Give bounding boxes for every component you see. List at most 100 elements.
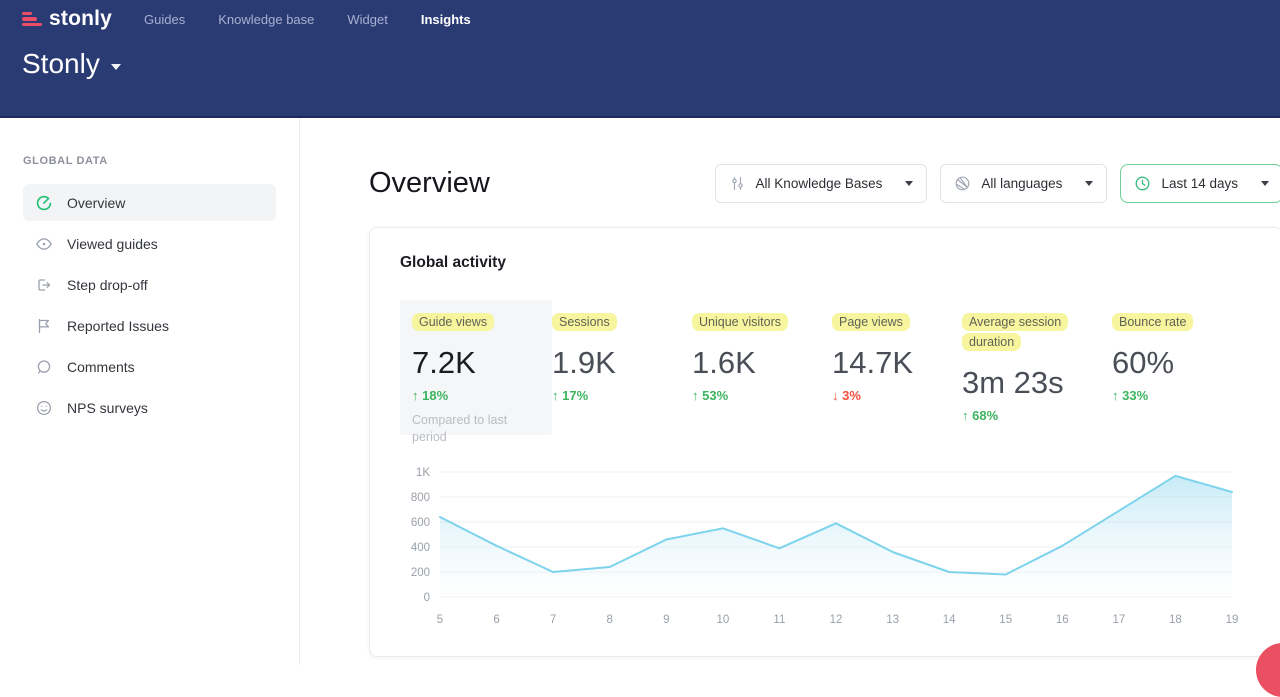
nav-item-insights[interactable]: Insights <box>421 12 471 27</box>
comment-icon <box>35 358 53 376</box>
filter-all-knowledge-bases[interactable]: All Knowledge Bases <box>715 164 928 203</box>
svg-text:18: 18 <box>1169 614 1182 626</box>
metric-sessions[interactable]: Sessions 1.9K ↑ 17% <box>552 300 692 403</box>
card-title: Global activity <box>400 254 1252 272</box>
metric-label-highlight: Unique visitors <box>692 312 810 332</box>
metric-delta-value: 53% <box>702 388 728 403</box>
nav-item-knowledge-base[interactable]: Knowledge base <box>218 12 314 27</box>
filters-bar: All Knowledge Bases All languages Last 14 … <box>715 164 1280 203</box>
svg-text:11: 11 <box>773 614 785 626</box>
metric-label-highlight: Average session duration <box>962 312 1080 352</box>
sidebar-item-comments[interactable]: Comments <box>23 348 276 385</box>
caret-down-icon <box>1085 181 1093 186</box>
main-layout: GLOBAL DATA Overview Viewed guides Step dr… <box>0 118 1280 665</box>
filter-label: All languages <box>981 176 1062 191</box>
svg-text:9: 9 <box>663 614 669 626</box>
metric-delta: ↑ 18% <box>412 388 540 403</box>
metric-label: Page views <box>832 313 910 331</box>
workspace-selector[interactable]: Stonly <box>0 48 1280 80</box>
stonly-logo[interactable]: stonly <box>22 7 112 31</box>
svg-text:5: 5 <box>437 614 443 626</box>
arrow-up-icon: ↑ <box>1112 388 1122 403</box>
flag-icon <box>35 317 53 335</box>
svg-text:600: 600 <box>411 517 430 529</box>
svg-text:1K: 1K <box>416 467 430 479</box>
svg-text:16: 16 <box>1056 614 1069 626</box>
clock-icon <box>1134 175 1151 192</box>
metric-value: 60% <box>1112 345 1252 381</box>
sidebar-item-viewed-guides[interactable]: Viewed guides <box>23 225 276 262</box>
metric-label: Guide views <box>412 313 494 331</box>
arrow-up-icon: ↑ <box>412 388 422 403</box>
sidebar-item-nps-surveys[interactable]: NPS surveys <box>23 389 276 426</box>
sidebar-item-label: NPS surveys <box>67 400 148 416</box>
sidebar-list: Overview Viewed guides Step drop-off Report… <box>23 184 276 426</box>
sidebar-item-label: Viewed guides <box>67 236 158 252</box>
global-activity-chart: 02004006008001K 567891011121314151617181… <box>400 460 1252 632</box>
metric-value: 1.6K <box>692 345 832 381</box>
sidebar-item-label: Reported Issues <box>67 318 169 334</box>
sidebar-item-label: Step drop-off <box>67 277 148 293</box>
metric-label-highlight: Bounce rate <box>1112 312 1230 332</box>
chevron-down-icon <box>111 57 121 75</box>
sidebar-section-label: GLOBAL DATA <box>23 155 276 167</box>
filter-last-14-days[interactable]: Last 14 days <box>1120 164 1280 203</box>
svg-text:19: 19 <box>1226 614 1239 626</box>
metric-unique-visitors[interactable]: Unique visitors1.6K↑ 53% <box>692 300 832 403</box>
metric-delta: ↑ 33% <box>1112 388 1252 403</box>
metric-page-views[interactable]: Page views14.7K↓ 3% <box>832 300 962 403</box>
gauge-icon <box>35 194 53 212</box>
caret-down-icon <box>1261 181 1269 186</box>
metric-average-session-duration[interactable]: Average session duration 3m 23s ↑ 68% <box>962 300 1112 423</box>
sidebar-item-step-drop-off[interactable]: Step drop-off <box>23 266 276 303</box>
content-area: Overview All Knowledge Bases All language… <box>300 118 1280 665</box>
metric-note: Compared to last period <box>412 412 540 446</box>
metric-value: 1.9K <box>552 345 692 381</box>
sliders-icon <box>729 175 746 192</box>
metric-label: Average session duration <box>962 313 1068 351</box>
top-navigation: stonly Guides Knowledge base Widget Insight… <box>0 0 1280 38</box>
globe-icon <box>954 175 971 192</box>
metric-label: Unique visitors <box>692 313 788 331</box>
metric-label: Sessions <box>552 313 617 331</box>
metric-delta: ↑ 17% <box>552 388 692 403</box>
metric-guide-views[interactable]: Guide views7.2K↑ 18%Compared to last per… <box>400 300 552 435</box>
topnav-items: Guides Knowledge base Widget Insights <box>144 12 471 27</box>
workspace-title: Stonly <box>22 48 100 80</box>
svg-text:200: 200 <box>411 567 430 579</box>
caret-down-icon <box>905 181 913 186</box>
svg-text:15: 15 <box>999 614 1012 626</box>
nav-item-guides[interactable]: Guides <box>144 12 185 27</box>
filter-all-languages[interactable]: All languages <box>940 164 1107 203</box>
stonly-logo-icon <box>22 12 42 27</box>
filter-label: Last 14 days <box>1161 176 1238 191</box>
sidebar-item-label: Comments <box>67 359 135 375</box>
metrics-row: Guide views7.2K↑ 18%Compared to last per… <box>400 300 1252 435</box>
metric-value: 3m 23s <box>962 365 1112 401</box>
app-header: stonly Guides Knowledge base Widget Insight… <box>0 0 1280 118</box>
global-activity-card: Global activity Guide views7.2K↑ 18%Comp… <box>369 227 1280 657</box>
sidebar-item-label: Overview <box>67 195 125 211</box>
svg-text:10: 10 <box>717 614 730 626</box>
svg-text:0: 0 <box>424 592 430 604</box>
metric-label-highlight: Sessions <box>552 312 670 332</box>
stonly-logo-text: stonly <box>49 7 112 31</box>
sidebar: GLOBAL DATA Overview Viewed guides Step dr… <box>0 118 300 665</box>
page-title: Overview <box>369 167 490 200</box>
step-dropoff-icon <box>35 276 53 294</box>
svg-text:800: 800 <box>411 492 430 504</box>
metric-delta-value: 68% <box>972 408 998 423</box>
title-row: Overview All Knowledge Bases All language… <box>369 164 1280 203</box>
metric-bounce-rate[interactable]: Bounce rate 60% ↑ 33% <box>1112 300 1252 403</box>
arrow-up-icon: ↑ <box>962 408 972 423</box>
eye-icon <box>35 235 53 253</box>
svg-text:6: 6 <box>493 614 499 626</box>
metric-label-highlight: Guide views <box>412 312 530 332</box>
nav-item-widget[interactable]: Widget <box>347 12 387 27</box>
metric-value: 14.7K <box>832 345 962 381</box>
sidebar-item-overview[interactable]: Overview <box>23 184 276 221</box>
svg-text:8: 8 <box>606 614 612 626</box>
metric-label: Bounce rate <box>1112 313 1193 331</box>
metric-delta-value: 18% <box>422 388 448 403</box>
sidebar-item-reported-issues[interactable]: Reported Issues <box>23 307 276 344</box>
